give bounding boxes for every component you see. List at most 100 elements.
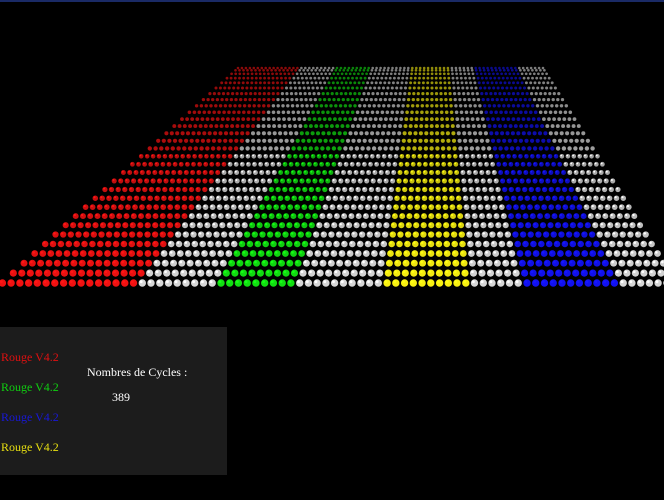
- board-ball-highlight: [480, 280, 484, 284]
- board-ball: [85, 222, 92, 229]
- board-ball: [470, 204, 477, 210]
- board-ball: [286, 240, 293, 248]
- board-ball-highlight: [552, 196, 555, 199]
- board-ball: [162, 186, 168, 193]
- board-ball-highlight: [530, 213, 534, 217]
- board-ball: [362, 213, 369, 220]
- board-ball-highlight: [514, 205, 517, 208]
- board-ball: [380, 92, 384, 96]
- board-ball: [148, 161, 154, 167]
- board-ball: [452, 146, 457, 151]
- board-ball: [315, 186, 321, 193]
- board-ball-highlight: [409, 187, 412, 190]
- board-ball-highlight: [536, 170, 539, 173]
- board-ball-highlight: [121, 260, 124, 264]
- board-ball: [150, 178, 156, 184]
- board-ball-highlight: [468, 179, 471, 181]
- board-ball-highlight: [340, 196, 343, 199]
- board-ball-highlight: [333, 196, 336, 199]
- board-ball: [410, 269, 418, 277]
- board-ball: [480, 222, 487, 229]
- board-ball: [518, 138, 524, 143]
- board-ball-highlight: [397, 179, 400, 181]
- board-ball: [548, 110, 553, 115]
- board-ball: [267, 86, 271, 90]
- board-ball: [33, 279, 41, 287]
- board-ball-highlight: [267, 205, 270, 208]
- board-ball: [204, 222, 211, 229]
- board-ball-highlight: [389, 187, 392, 190]
- board-ball: [167, 222, 174, 229]
- board-ball: [407, 131, 413, 136]
- board-ball-highlight: [83, 205, 86, 208]
- board-ball-highlight: [451, 232, 455, 235]
- board-ball-highlight: [370, 260, 374, 264]
- board-ball-highlight: [239, 241, 243, 245]
- board-ball: [138, 279, 146, 287]
- board-ball: [384, 138, 390, 143]
- board-ball: [160, 240, 167, 248]
- board-ball: [564, 178, 570, 184]
- board-ball: [99, 195, 105, 201]
- board-ball: [442, 195, 448, 201]
- board-ball: [438, 68, 442, 72]
- board-ball: [378, 68, 382, 72]
- board-ball-highlight: [422, 187, 425, 190]
- board-ball: [441, 178, 447, 184]
- board-ball-highlight: [334, 241, 337, 245]
- board-ball: [565, 250, 572, 257]
- game-viewport[interactable]: Rouge V4.2 Rouge V4.2 Rouge V4.2 Rouge V…: [0, 0, 664, 500]
- board-ball: [425, 104, 429, 108]
- board-ball: [254, 81, 258, 85]
- board-ball: [261, 131, 266, 136]
- board-ball: [70, 222, 77, 229]
- board-ball: [194, 259, 202, 267]
- board-ball: [505, 76, 509, 80]
- board-ball: [510, 170, 516, 175]
- board-ball-highlight: [242, 187, 246, 190]
- board-ball-highlight: [388, 196, 391, 199]
- board-ball: [558, 195, 565, 201]
- board-ball: [500, 154, 505, 159]
- board-ball: [240, 92, 244, 96]
- board-ball-highlight: [234, 170, 237, 173]
- board-ball: [242, 68, 245, 72]
- board-ball: [453, 154, 458, 159]
- board-ball: [560, 97, 565, 102]
- board-ball-highlight: [198, 270, 202, 274]
- board-ball: [483, 195, 489, 201]
- board-ball-highlight: [337, 205, 340, 208]
- board-ball-highlight: [580, 170, 583, 173]
- board-ball-highlight: [275, 232, 278, 235]
- board-ball: [115, 186, 121, 193]
- board-ball-highlight: [606, 251, 610, 254]
- board-ball: [228, 178, 234, 184]
- board-ball-highlight: [104, 280, 108, 284]
- board-ball: [420, 110, 424, 115]
- board-ball: [411, 154, 417, 159]
- board-ball: [362, 186, 368, 193]
- board-ball: [470, 66, 474, 70]
- board-ball-highlight: [168, 196, 171, 199]
- board-ball: [238, 240, 246, 248]
- board-ball-highlight: [520, 232, 524, 235]
- board-ball: [356, 138, 362, 143]
- board-ball-highlight: [46, 260, 50, 264]
- board-ball-highlight: [324, 223, 327, 226]
- board-ball: [557, 138, 563, 143]
- board-ball-highlight: [175, 223, 178, 226]
- board-ball: [479, 170, 485, 175]
- board-ball: [259, 204, 265, 210]
- board-ball: [234, 72, 238, 76]
- board-ball-highlight: [275, 154, 278, 157]
- board-ball-highlight: [559, 179, 562, 181]
- board-ball-highlight: [298, 213, 301, 217]
- board-ball: [202, 110, 207, 115]
- board-ball-highlight: [185, 162, 188, 165]
- board-ball: [167, 231, 174, 238]
- board-ball-highlight: [115, 223, 119, 226]
- board-ball-highlight: [429, 187, 432, 190]
- board-ball-highlight: [641, 241, 644, 245]
- board-ball: [474, 110, 479, 115]
- board-ball-highlight: [58, 241, 62, 245]
